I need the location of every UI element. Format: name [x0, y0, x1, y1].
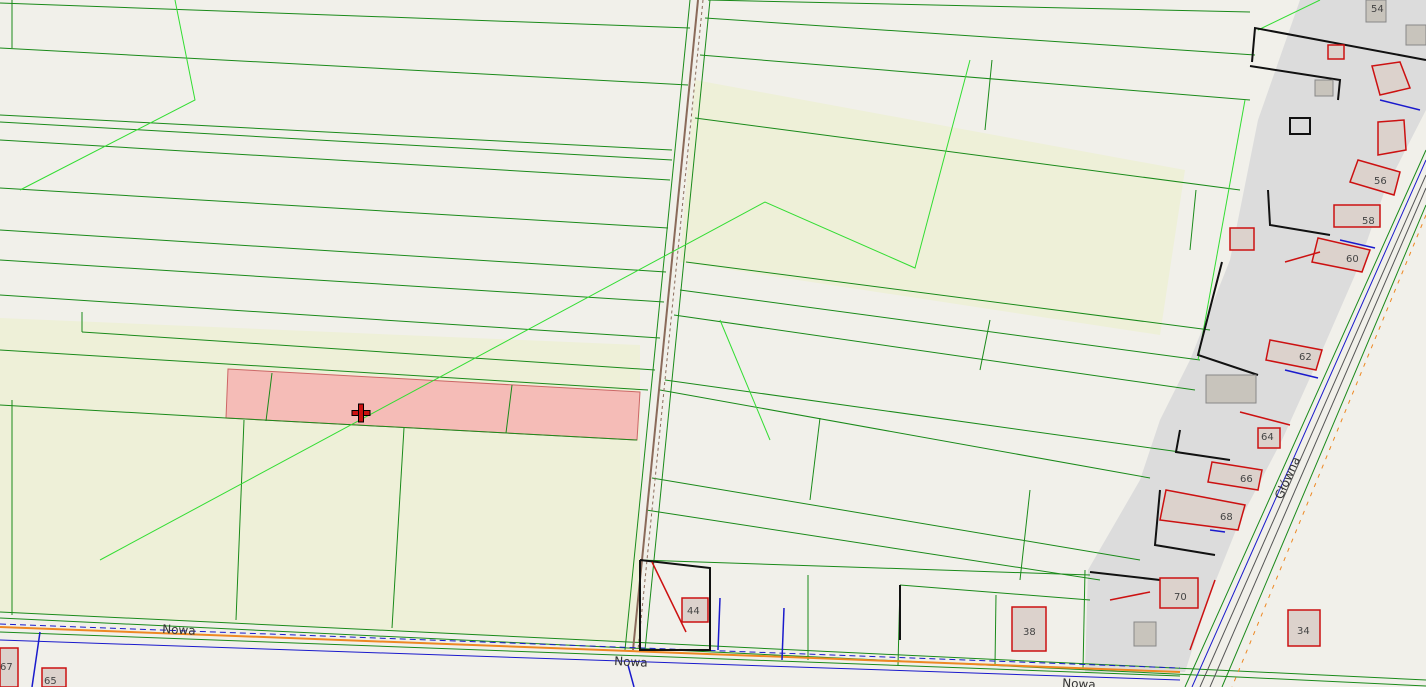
map-canvas[interactable]: Nowa Nowa Nowa Główna 54 56 58 60 62 64 … — [0, 0, 1426, 687]
road-label-nowa: Nowa — [614, 654, 648, 670]
house-number: 34 — [1297, 626, 1310, 637]
house-number: 58 — [1362, 216, 1375, 227]
road-label-nowa: Nowa — [162, 622, 196, 638]
cadastral-map[interactable]: Nowa Nowa Nowa Główna 54 56 58 60 62 64 … — [0, 0, 1426, 687]
house-number: 68 — [1220, 512, 1233, 523]
house-number: 38 — [1023, 627, 1036, 638]
road-label-nowa: Nowa — [1062, 676, 1096, 687]
house-number: 62 — [1299, 352, 1312, 363]
house-number: 44 — [687, 606, 700, 617]
house-number: 66 — [1240, 474, 1253, 485]
house-number: 60 — [1346, 254, 1359, 265]
house-number: 56 — [1374, 176, 1387, 187]
house-number: 54 — [1371, 4, 1384, 15]
house-number: 70 — [1174, 592, 1187, 603]
house-number: 65 — [44, 676, 57, 687]
house-number: 64 — [1261, 432, 1274, 443]
house-number: 67 — [0, 662, 13, 673]
